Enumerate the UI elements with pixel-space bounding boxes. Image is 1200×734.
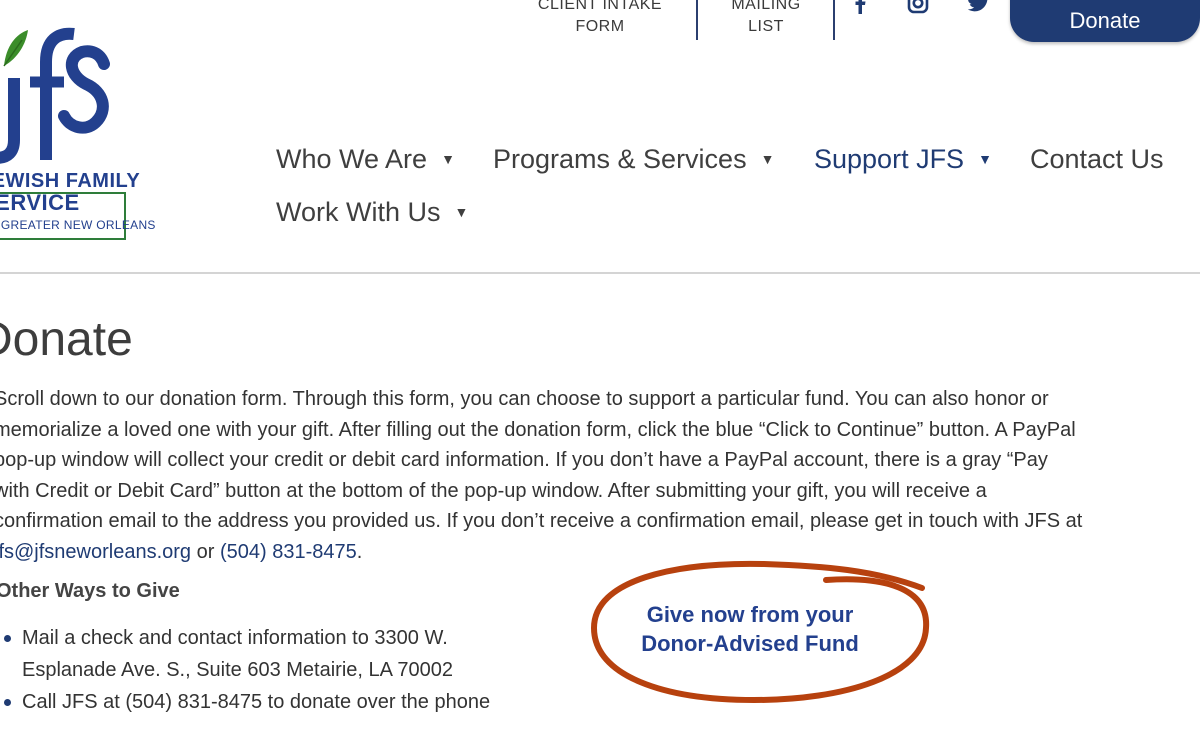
nav-label: Work With Us — [276, 197, 441, 227]
nav-contact-us[interactable]: Contact Us — [1030, 144, 1164, 175]
phone-link[interactable]: (504) 831-8475 — [220, 541, 357, 563]
donate-button[interactable]: Donate — [1010, 0, 1200, 42]
intro-line: Scroll down to our donation form. Throug… — [0, 388, 1049, 410]
page: JEWISH FAMILY SERVICE OF GREATER NEW ORL… — [0, 0, 1200, 734]
nav-who-we-are[interactable]: Who We Are ▼ — [276, 144, 455, 175]
period-text: . — [356, 540, 363, 563]
intro-line: with Credit or Debit Card” button at the… — [0, 479, 987, 502]
nav-label: Programs & Services — [493, 144, 747, 174]
intro-line: confirmation email to the address you pr… — [0, 510, 1083, 532]
nav-label: Support JFS — [814, 144, 965, 174]
nav-programs-services[interactable]: Programs & Services ▼ — [493, 144, 774, 175]
daf-link-line1: Give now from your — [646, 602, 854, 627]
or-text: or — [191, 540, 220, 563]
utility-divider — [833, 0, 835, 40]
page-title: Donate — [0, 313, 133, 366]
logo-frame — [0, 192, 126, 240]
list-item: Mail a check and contact information to … — [0, 622, 520, 686]
jfs-logo-mark — [0, 27, 110, 164]
jfs-logo[interactable]: JEWISH FAMILY SERVICE OF GREATER NEW ORL… — [0, 0, 156, 250]
caret-down-icon: ▼ — [760, 151, 775, 167]
client-intake-form-link[interactable]: CLIENT INTAKE FORM — [530, 0, 670, 38]
intro-paragraph: Scroll down to our donation form. Throug… — [0, 384, 1200, 567]
mailing-list-line1: MAILING — [731, 0, 801, 13]
nav-work-with-us[interactable]: Work With Us ▼ — [276, 197, 468, 228]
client-intake-line2: FORM — [575, 18, 625, 35]
donor-advised-fund-link[interactable]: Give now from your Donor-Advised Fund — [620, 600, 880, 658]
client-intake-line1: CLIENT INTAKE — [537, 0, 663, 13]
utility-divider — [696, 0, 698, 40]
caret-down-icon: ▼ — [454, 204, 469, 220]
other-ways-list: Mail a check and contact information to … — [0, 622, 580, 718]
email-link[interactable]: jfs@jfsneworleans.org — [0, 541, 191, 563]
instagram-icon[interactable] — [907, 0, 929, 14]
intro-line: pop-up window will collect your credit o… — [0, 449, 1048, 471]
caret-down-icon: ▼ — [978, 151, 992, 167]
mailing-list-link[interactable]: MAILING LIST — [716, 0, 816, 38]
nav-support-jfs[interactable]: Support JFS ▼ — [814, 144, 992, 175]
other-ways-heading: Other Ways to Give — [0, 580, 180, 602]
header-divider — [0, 272, 1200, 274]
nav-label: Who We Are — [276, 144, 428, 174]
intro-line: memorialize a loved one with your gift. … — [0, 418, 1076, 441]
nav-label: Contact Us — [1030, 144, 1164, 174]
twitter-icon[interactable] — [968, 0, 990, 12]
logo-text-line3: OF GREATER NEW ORLEANS — [0, 218, 156, 232]
mailing-list-line2: LIST — [748, 18, 784, 35]
caret-down-icon: ▼ — [441, 151, 455, 167]
daf-link-line2: Donor-Advised Fund — [641, 631, 859, 656]
list-item: Call JFS at (504) 831-8475 to donate ove… — [0, 686, 580, 718]
facebook-icon[interactable] — [853, 0, 867, 14]
